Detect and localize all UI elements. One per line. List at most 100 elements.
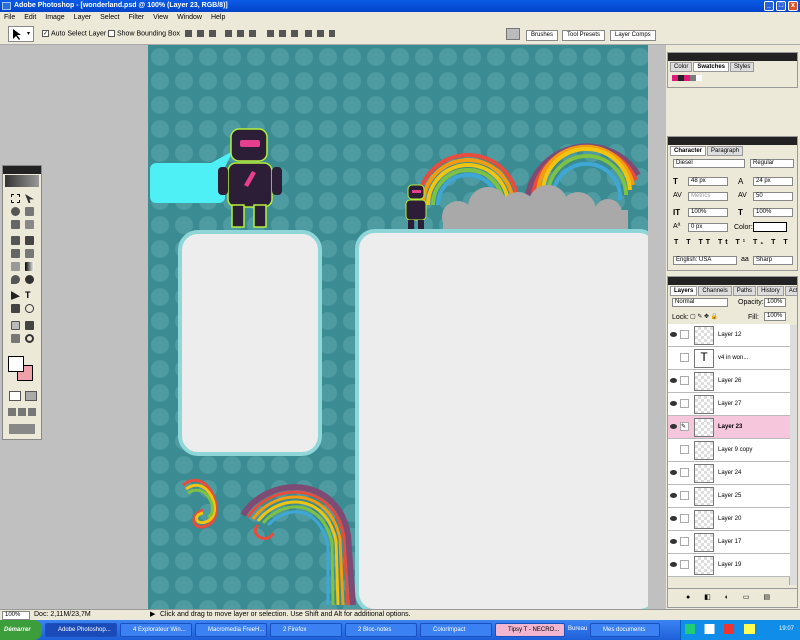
healing-brush-tool-icon[interactable] <box>11 236 20 245</box>
link-box[interactable] <box>680 537 689 546</box>
tab-tool-presets[interactable]: Tool Presets <box>562 30 606 41</box>
tab-actions[interactable]: Actions <box>784 286 797 296</box>
anti-alias-select[interactable]: Sharp <box>753 256 793 265</box>
swatch-row[interactable] <box>672 75 702 81</box>
fill-field[interactable]: 100% <box>764 312 786 321</box>
link-box[interactable] <box>680 376 689 385</box>
file-browser-icon[interactable] <box>506 28 520 40</box>
tab-layer-comps[interactable]: Layer Comps <box>610 30 656 41</box>
taskbar-firefox[interactable]: 2 Firefox <box>270 623 342 637</box>
language-select[interactable]: English: USA <box>673 256 737 265</box>
layer-row[interactable]: Layer 12 <box>668 324 790 347</box>
menu-edit[interactable]: Edit <box>24 14 36 21</box>
menu-select[interactable]: Select <box>100 14 119 21</box>
link-box[interactable] <box>680 560 689 569</box>
taskbar-my-documents[interactable]: Mes documents <box>590 623 660 637</box>
minimize-button[interactable]: _ <box>764 1 774 11</box>
notes-tool-icon[interactable] <box>11 321 20 330</box>
link-box[interactable] <box>680 330 689 339</box>
tab-character[interactable]: Character <box>670 146 707 156</box>
brush-tool-icon[interactable] <box>25 236 34 245</box>
adobe-online-icon[interactable] <box>5 175 39 187</box>
tracking-field[interactable]: 50 <box>753 192 793 201</box>
screen-mode-full-icon[interactable] <box>28 408 36 416</box>
eye-icon[interactable] <box>670 562 677 567</box>
standard-mode-icon[interactable] <box>9 391 21 401</box>
layer-row[interactable]: Layer 17 <box>668 531 790 554</box>
taskbar-notepad[interactable]: 2 Bloc-notes <box>345 623 417 637</box>
close-button[interactable]: x <box>788 1 798 11</box>
taskbar-explorer[interactable]: 4 Explorateur Win... <box>120 623 192 637</box>
zoom-field[interactable]: 100% <box>2 611 30 620</box>
tab-layers[interactable]: Layers <box>670 286 698 296</box>
auto-select-layer-checkbox[interactable]: ✓ Auto Select Layer <box>42 30 106 37</box>
link-box[interactable] <box>680 353 689 362</box>
vertical-scale-field[interactable]: 100% <box>688 208 728 217</box>
eye-icon[interactable] <box>670 401 677 406</box>
clone-stamp-tool-icon[interactable] <box>11 249 20 258</box>
move-tool-icon[interactable] <box>25 194 34 203</box>
history-brush-tool-icon[interactable] <box>25 249 34 258</box>
menu-layer[interactable]: Layer <box>74 14 92 21</box>
baseline-shift-field[interactable]: 0 px <box>688 223 728 232</box>
layer-row[interactable]: Layer 24 <box>668 462 790 485</box>
shape-tool-icon[interactable] <box>25 304 34 313</box>
taskbar-freehand[interactable]: Macromedia FreeH... <box>195 623 267 637</box>
show-bounding-box-checkbox[interactable]: Show Bounding Box <box>108 30 180 37</box>
eye-icon[interactable] <box>670 493 677 498</box>
screen-mode-full-menu-icon[interactable] <box>18 408 26 416</box>
tray-icons[interactable] <box>685 624 755 634</box>
start-button[interactable]: Démarrer <box>0 620 42 640</box>
menu-image[interactable]: Image <box>45 14 64 21</box>
link-box[interactable] <box>680 399 689 408</box>
layer-row[interactable]: Layer 25 <box>668 485 790 508</box>
screen-mode-standard-icon[interactable] <box>8 408 16 416</box>
layer-row[interactable]: Layer 19 <box>668 554 790 577</box>
eye-icon[interactable] <box>670 516 677 521</box>
blend-mode-select[interactable]: Normal <box>672 298 728 307</box>
tool-preset-picker[interactable] <box>8 26 34 42</box>
tab-brushes[interactable]: Brushes <box>526 30 559 41</box>
text-color-swatch[interactable] <box>753 222 787 232</box>
link-box[interactable] <box>680 491 689 500</box>
layer-row[interactable]: Tv4 in won... <box>668 347 790 370</box>
menu-view[interactable]: View <box>153 14 168 21</box>
menu-window[interactable]: Window <box>177 14 202 21</box>
eye-icon[interactable] <box>670 424 677 429</box>
magic-wand-tool-icon[interactable] <box>25 207 34 216</box>
menu-filter[interactable]: Filter <box>129 14 145 21</box>
leading-field[interactable]: 24 px <box>753 177 793 186</box>
path-selection-tool-icon[interactable] <box>11 291 20 300</box>
layer-row[interactable]: Layer 9 copy <box>668 439 790 462</box>
zoom-tool-icon[interactable] <box>25 334 34 343</box>
layer-row[interactable]: Layer 20 <box>668 508 790 531</box>
eye-icon[interactable] <box>670 470 677 475</box>
taskbar-desktop[interactable]: Bureau <box>568 626 587 632</box>
eye-icon[interactable] <box>670 378 677 383</box>
eraser-tool-icon[interactable] <box>11 262 20 271</box>
quick-mask-icon[interactable] <box>25 391 37 401</box>
tab-styles[interactable]: Styles <box>730 62 755 72</box>
kerning-field[interactable]: Metrics <box>688 192 728 201</box>
lasso-tool-icon[interactable] <box>11 207 20 216</box>
slice-tool-icon[interactable] <box>25 220 34 229</box>
tab-history[interactable]: History <box>757 286 784 296</box>
menu-help[interactable]: Help <box>211 14 225 21</box>
layers-scrollbar[interactable] <box>789 325 797 585</box>
opacity-field[interactable]: 100% <box>764 298 786 307</box>
layers-footer-buttons[interactable]: ● ◧ ◐ ▭ ▤ 🗑 <box>668 588 797 618</box>
blur-tool-icon[interactable] <box>11 275 20 284</box>
eyedropper-tool-icon[interactable] <box>25 321 34 330</box>
layer-row[interactable]: Layer 26 <box>668 370 790 393</box>
eye-icon[interactable] <box>670 332 677 337</box>
font-family-select[interactable]: Diesel <box>673 159 745 168</box>
link-box[interactable] <box>680 514 689 523</box>
lock-icons[interactable]: ▢ ✎ ✥ 🔒 <box>690 313 730 321</box>
tab-paths[interactable]: Paths <box>732 286 757 296</box>
hand-tool-icon[interactable] <box>11 334 20 343</box>
maximize-button[interactable]: □ <box>776 1 786 11</box>
link-box[interactable] <box>680 468 689 477</box>
document-canvas[interactable] <box>148 45 648 609</box>
doc-size[interactable]: Doc: 2,11M/23,7M <box>34 610 91 620</box>
crop-tool-icon[interactable] <box>11 220 20 229</box>
